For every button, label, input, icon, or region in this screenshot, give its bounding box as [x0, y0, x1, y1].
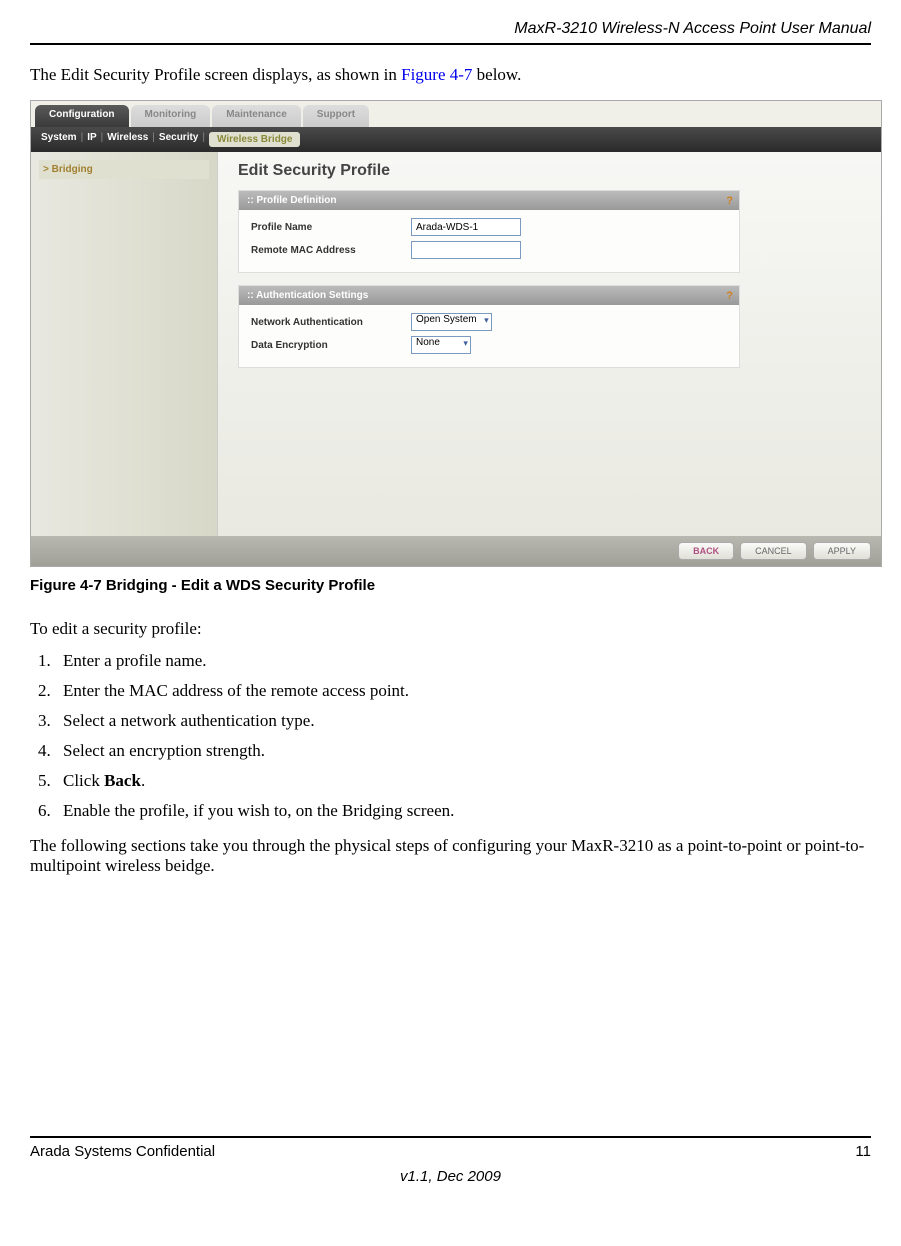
panel-profile-definition: :: Profile Definition ? Profile Name Rem…	[238, 190, 740, 273]
page-header: MaxR-3210 Wireless-N Access Point User M…	[30, 20, 871, 45]
label-remote-mac: Remote MAC Address	[251, 245, 411, 256]
panel-header-profile: :: Profile Definition	[239, 191, 739, 210]
sidebar-item-bridging[interactable]: > Bridging	[39, 160, 209, 179]
step-2: Enter the MAC address of the remote acce…	[55, 681, 871, 701]
intro-post: below.	[472, 65, 521, 84]
cancel-button[interactable]: CANCEL	[740, 542, 807, 560]
intro-paragraph: The Edit Security Profile screen display…	[30, 65, 871, 85]
tab-support[interactable]: Support	[303, 105, 369, 127]
apply-button[interactable]: APPLY	[813, 542, 871, 560]
panel-authentication-settings: :: Authentication Settings ? Network Aut…	[238, 285, 740, 368]
subnav-separator: |	[101, 132, 104, 147]
figure-reference-link[interactable]: Figure 4-7	[401, 65, 472, 84]
content-title: Edit Security Profile	[238, 162, 861, 180]
step-4: Select an encryption strength.	[55, 741, 871, 761]
tab-maintenance[interactable]: Maintenance	[212, 105, 301, 127]
screenshot-figure: Configuration Monitoring Maintenance Sup…	[30, 100, 882, 567]
form-row-remote-mac: Remote MAC Address	[251, 241, 727, 259]
tab-configuration[interactable]: Configuration	[35, 105, 129, 127]
subnav-ip[interactable]: IP	[87, 132, 96, 147]
label-network-auth: Network Authentication	[251, 317, 411, 328]
panel-header-auth: :: Authentication Settings	[239, 286, 739, 305]
step-5: Click Back.	[55, 771, 871, 791]
form-row-data-encryption: Data Encryption None	[251, 336, 727, 354]
subnav-separator: |	[202, 132, 205, 147]
header-title: MaxR-3210 Wireless-N Access Point User M…	[514, 20, 871, 37]
step-3-text: Select a network authentication type.	[63, 711, 315, 730]
step-5-pre: Click	[63, 771, 104, 790]
subnav: System | IP | Wireless | Security | Wire…	[31, 127, 881, 152]
subnav-wireless-bridge[interactable]: Wireless Bridge	[209, 132, 301, 147]
step-2-text: Enter the MAC address of the remote acce…	[63, 681, 409, 700]
panel-body: Profile Name Remote MAC Address	[239, 210, 739, 272]
app-body: > Bridging Edit Security Profile :: Prof…	[31, 152, 881, 542]
content-area: Edit Security Profile :: Profile Definit…	[218, 152, 881, 542]
bottom-bar: BACK CANCEL APPLY	[31, 536, 881, 566]
step-1: Enter a profile name.	[55, 651, 871, 671]
form-row-network-auth: Network Authentication Open System	[251, 313, 727, 331]
form-row-profile-name: Profile Name	[251, 218, 727, 236]
step-6-text: Enable the profile, if you wish to, on t…	[63, 801, 454, 820]
input-remote-mac[interactable]	[411, 241, 521, 259]
subnav-separator: |	[81, 132, 84, 147]
footer-row-1: Arada Systems Confidential 11	[30, 1143, 871, 1160]
panel-body: Network Authentication Open System Data …	[239, 305, 739, 367]
figure-caption: Figure 4-7 Bridging - Edit a WDS Securit…	[30, 577, 871, 594]
step-5-bold: Back	[104, 771, 141, 790]
step-4-text: Select an encryption strength.	[63, 741, 265, 760]
subnav-wireless[interactable]: Wireless	[107, 132, 148, 147]
steps-list: Enter a profile name. Enter the MAC addr…	[30, 651, 871, 821]
input-profile-name[interactable]	[411, 218, 521, 236]
step-1-text: Enter a profile name.	[63, 651, 207, 670]
subnav-system[interactable]: System	[41, 132, 77, 147]
followup-paragraph: The following sections take you through …	[30, 836, 871, 876]
subnav-separator: |	[152, 132, 155, 147]
select-network-auth[interactable]: Open System	[411, 313, 492, 331]
back-button[interactable]: BACK	[678, 542, 734, 560]
footer-right-page-number: 11	[855, 1143, 871, 1160]
sidebar: > Bridging	[31, 152, 218, 542]
step-6: Enable the profile, if you wish to, on t…	[55, 801, 871, 821]
subnav-security[interactable]: Security	[159, 132, 198, 147]
tab-monitoring[interactable]: Monitoring	[131, 105, 211, 127]
instructions-intro: To edit a security profile:	[30, 619, 871, 639]
help-icon[interactable]: ?	[726, 290, 733, 302]
step-3: Select a network authentication type.	[55, 711, 871, 731]
footer-left: Arada Systems Confidential	[30, 1143, 215, 1160]
footer-center: v1.1, Dec 2009	[30, 1168, 871, 1185]
help-icon[interactable]: ?	[726, 195, 733, 207]
page-footer: Arada Systems Confidential 11 v1.1, Dec …	[30, 1136, 871, 1185]
label-data-encryption: Data Encryption	[251, 340, 411, 351]
step-5-post: .	[141, 771, 145, 790]
main-tabs: Configuration Monitoring Maintenance Sup…	[31, 101, 881, 127]
label-profile-name: Profile Name	[251, 222, 411, 233]
intro-pre: The Edit Security Profile screen display…	[30, 65, 401, 84]
select-data-encryption[interactable]: None	[411, 336, 471, 354]
